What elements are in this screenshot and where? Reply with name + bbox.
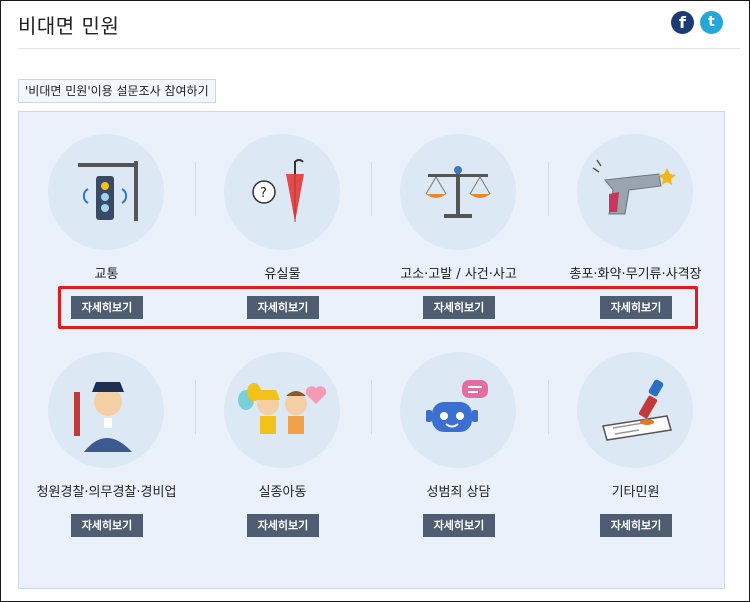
separator [371,380,372,434]
service-label: 청원경찰·의무경찰·경비업 [36,485,177,500]
police-officer-icon [48,352,164,468]
details-button-other[interactable]: 자세히보기 [600,514,672,537]
separator [548,162,549,216]
page-frame: 비대면 민원 f t '비대면 민원'이용 설문조사 참여하기 교통 자세히보기… [0,0,750,602]
details-button-sex-crime-counsel[interactable]: 자세히보기 [423,514,495,537]
service-label: 고소·고발 / 사건·사고 [400,267,517,282]
title-divider [18,48,740,49]
page-title: 비대면 민원 [18,14,120,38]
separator [548,380,549,434]
highlight-box [58,286,698,329]
chatbot-icon [400,352,516,468]
twitter-icon[interactable]: t [700,11,723,34]
facebook-icon[interactable]: f [671,11,694,34]
gun-icon [577,134,693,250]
svg-text:?: ? [260,186,267,201]
service-label: 기타민원 [611,485,660,500]
separator [195,380,196,434]
stamp-document-icon [577,352,693,468]
service-label: 실종아동 [258,485,307,500]
children-balloons-icon [224,352,340,468]
service-label: 총포·화약·무기류·사격장 [569,267,702,282]
services-panel: 교통 자세히보기 ? 유실물 자세히보기 고소·고발 / 사건·사고 자세히보기… [18,111,725,589]
service-label: 성범죄 상담 [426,485,491,500]
separator [195,162,196,216]
umbrella-question-icon: ? [224,134,340,250]
details-button-missing-children[interactable]: 자세히보기 [247,514,319,537]
survey-link[interactable]: '비대면 민원'이용 설문조사 참여하기 [18,79,216,103]
service-label: 유실물 [264,267,301,282]
details-button-security-guard[interactable]: 자세히보기 [71,514,143,537]
traffic-light-icon [48,134,164,250]
scales-icon [400,134,516,250]
separator [371,162,372,216]
service-label: 교통 [94,267,119,282]
